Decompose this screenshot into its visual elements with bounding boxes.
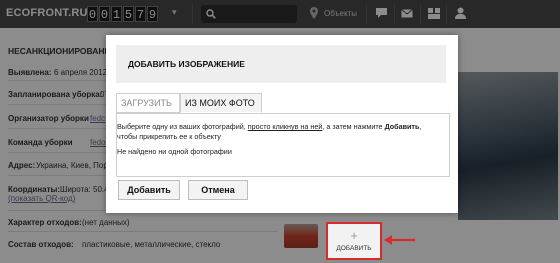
instruction-link: просто кликнув на ней	[247, 122, 323, 131]
tab-upload[interactable]: ЗАГРУЗИТЬ	[116, 93, 180, 113]
dialog-title: ДОБАВИТЬ ИЗОБРАЖЕНИЕ	[128, 59, 245, 69]
dialog-header: ДОБАВИТЬ ИЗОБРАЖЕНИЕ	[116, 45, 446, 83]
arrow-left-icon	[384, 235, 415, 245]
instruction-part: , а затем нажмите	[322, 122, 383, 131]
add-photo-label: ДОБАВИТЬ	[336, 245, 372, 252]
add-button[interactable]: Добавить	[118, 180, 180, 200]
add-photo-button[interactable]: + ДОБАВИТЬ	[326, 222, 382, 260]
plus-icon: +	[350, 228, 358, 243]
instruction-bold: Добавить	[384, 122, 420, 131]
cancel-button[interactable]: Отмена	[188, 180, 248, 200]
add-image-dialog: ДОБАВИТЬ ИЗОБРАЖЕНИЕ ЗАГРУЗИТЬ ИЗ МОИХ Ф…	[106, 35, 458, 213]
dialog-content: Выберите одну из ваших фотографий, прост…	[116, 113, 450, 177]
tab-my-photos[interactable]: ИЗ МОИХ ФОТО	[180, 93, 262, 113]
empty-message: Не найдено ни одной фотографии	[117, 147, 232, 156]
instruction-text: Выберите одну из ваших фотографий, прост…	[117, 122, 435, 142]
instruction-part: Выберите одну из ваших фотографий,	[117, 122, 246, 131]
